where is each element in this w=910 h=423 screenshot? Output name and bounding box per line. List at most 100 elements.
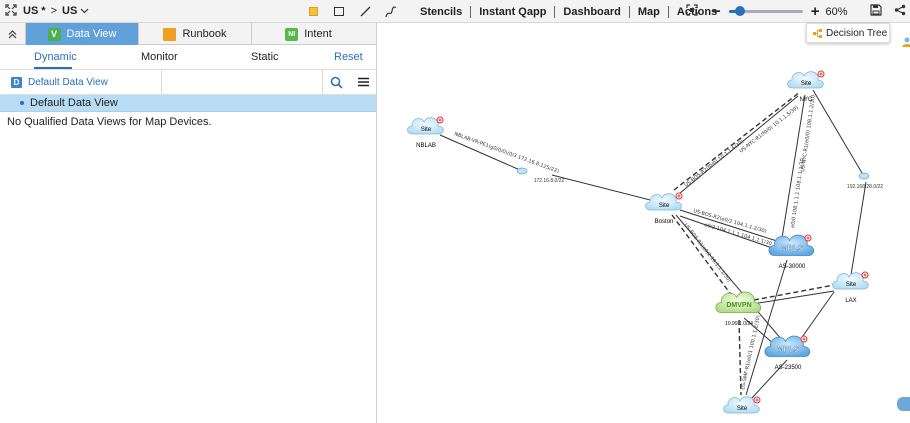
site-boston[interactable]: Site Boston (645, 192, 683, 225)
link-labels: NBLAB-VR-PE1(g0/0/0)/0/3 172.16.8.125/22… (453, 95, 816, 391)
decision-tree-label: Decision Tree (826, 27, 888, 39)
panel-tabs: V Data View Runbook NI Intent (0, 23, 376, 45)
cloud-sublabel: AS-30000 (779, 264, 806, 270)
subtab-dynamic[interactable]: Dynamic (34, 51, 77, 63)
subnet-icon (516, 167, 528, 175)
site-kind: Site (737, 406, 748, 412)
zoom-out-icon[interactable]: − (712, 4, 721, 19)
data-view-selector-row: D Default Data View (0, 70, 376, 95)
tab-runbook[interactable]: Runbook (139, 23, 252, 45)
tab-runbook-label: Runbook (182, 28, 227, 40)
sticky-note-icon (308, 7, 318, 16)
subnet-node[interactable]: 192.168.28.0/22 (847, 172, 883, 190)
main-menu: Stencils Instant Qapp Dashboard Map Acti… (412, 0, 725, 23)
link-nyc-subnet2[interactable] (812, 89, 863, 174)
site-name: NBLAB (416, 143, 436, 149)
zoom-controls: − + 60% (686, 0, 906, 23)
line-tool[interactable] (352, 0, 378, 23)
site-name: NYC (800, 97, 813, 103)
tab-intent[interactable]: NI Intent (252, 23, 365, 45)
breadcrumb-root[interactable]: US (23, 5, 38, 17)
fit-view-icon[interactable] (686, 4, 698, 19)
path-tool[interactable] (378, 0, 404, 23)
unsaved-marker: * (41, 5, 46, 17)
search-icon (330, 76, 343, 89)
link-label: NBLAB-VR-PE1(g0/0/0)/0/3 172.16.8.125/22… (453, 131, 559, 175)
menu-button[interactable] (350, 70, 376, 94)
site-nblab[interactable]: Site NBLAB (407, 116, 444, 149)
search-button[interactable] (322, 70, 350, 94)
site-lax[interactable]: Site LAX (832, 271, 869, 304)
site-nyc[interactable]: Site NYC (787, 70, 825, 103)
link-subnet2-lax[interactable] (850, 181, 867, 276)
data-view-type-icon: D (11, 76, 22, 88)
zoom-slider[interactable] (728, 6, 803, 16)
zoom-in-icon[interactable]: + (811, 4, 820, 19)
data-view-selector[interactable]: D Default Data View (0, 70, 162, 94)
subnet-icon (858, 172, 870, 180)
runbook-icon (163, 27, 177, 41)
save-icon[interactable] (869, 4, 882, 19)
site-kind: Site (421, 127, 432, 133)
top-toolbar: US * > US Stencils Instant Qapp Dashboar… (0, 0, 910, 23)
link-mpls1-bottom[interactable] (745, 259, 788, 396)
link-lax-mpls2[interactable] (799, 291, 835, 341)
menu-dashboard[interactable]: Dashboard (555, 6, 628, 18)
link-subnet-boston[interactable] (551, 174, 655, 202)
tab-data-view-label: Data View (66, 28, 117, 40)
intent-icon: NI (285, 27, 299, 41)
data-view-item-label: Default Data View (30, 97, 118, 109)
bullet-icon (20, 101, 24, 105)
decision-tree-button[interactable]: Decision Tree (806, 23, 890, 43)
subnet-label: 192.168.28.0/22 (847, 184, 883, 190)
rectangle-tool[interactable] (326, 0, 352, 23)
link-label: e0/0 108.1.1.1 108.1.1.1/30 (790, 158, 806, 228)
data-view-list-item[interactable]: Default Data View (0, 95, 376, 112)
hamburger-icon (357, 77, 369, 87)
note-tool[interactable] (300, 0, 326, 23)
reset-link[interactable]: Reset (334, 51, 363, 63)
breadcrumb: US * > US (0, 0, 89, 22)
decision-tree-icon (813, 28, 822, 38)
site-kind: Site (846, 282, 857, 288)
cloud-sublabel: 10.99.1.0/24 (725, 321, 753, 327)
selected-data-view: Default Data View (28, 76, 108, 88)
site-name: Boston (655, 219, 674, 225)
subtab-monitor[interactable]: Monitor (141, 51, 178, 63)
site-kind: Site (659, 203, 670, 209)
tab-data-view[interactable]: V Data View (26, 23, 139, 45)
cloud-sublabel: AS-23500 (775, 365, 802, 371)
zoom-slider-knob[interactable] (734, 6, 745, 16)
cloud-label: DMVPN (726, 302, 751, 309)
double-chevron-up-icon (8, 29, 17, 38)
collapse-panel-button[interactable] (0, 23, 26, 45)
breadcrumb-current[interactable]: US (62, 5, 77, 17)
share-icon[interactable] (894, 4, 906, 19)
empty-message: No Qualified Data Views for Map Devices. (7, 116, 212, 128)
subtab-static[interactable]: Static (251, 51, 279, 63)
mpls-cloud-as23500[interactable]: MPLS AS-23500 (764, 335, 811, 371)
chevron-down-icon[interactable] (80, 5, 89, 17)
path-icon (385, 5, 397, 17)
breadcrumb-separator: > (50, 5, 57, 17)
view-mode-tabs: Dynamic Monitor Static Reset (0, 45, 376, 70)
map-canvas[interactable]: NBLAB-VR-PE1(g0/0/0)/0/3 172.16.8.125/22… (377, 23, 910, 423)
tab-intent-label: Intent (304, 28, 332, 40)
menu-stencils[interactable]: Stencils (412, 6, 470, 18)
left-panel: V Data View Runbook NI Intent Dynamic Mo… (0, 23, 377, 423)
menu-map[interactable]: Map (630, 6, 668, 18)
site-name: LAX (845, 298, 856, 304)
zoom-level: 60% (825, 5, 848, 18)
mpls-cloud-as30000[interactable]: MPLS AS-30000 (768, 234, 815, 270)
site-bottom[interactable]: Site (723, 396, 761, 414)
line-icon (360, 6, 370, 17)
chat-icon[interactable] (897, 397, 910, 411)
link-label: US-BOS-R2(f0/0) 10.1.1.6/30) (684, 139, 746, 189)
menu-instant-qapp[interactable]: Instant Qapp (471, 6, 554, 18)
cloud-label: MPLS (781, 244, 804, 253)
active-subtab-indicator (34, 67, 72, 69)
fit-screen-icon[interactable] (5, 3, 17, 19)
drawing-tools (300, 0, 404, 23)
side-user-icon[interactable] (901, 36, 910, 48)
site-kind: Site (801, 81, 812, 87)
